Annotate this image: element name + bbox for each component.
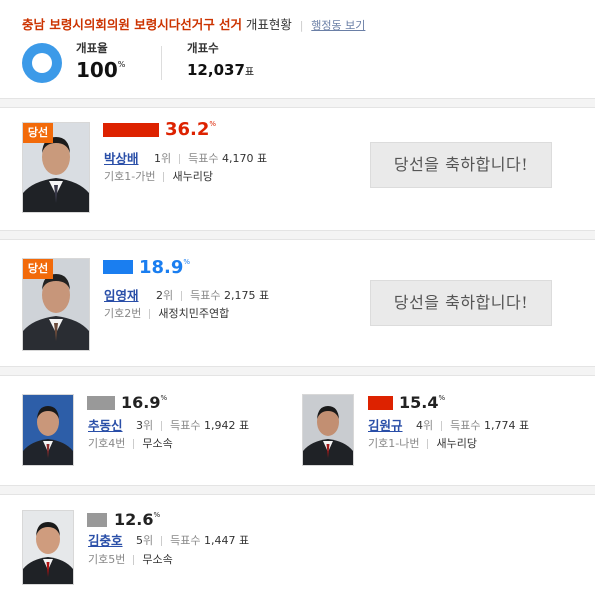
divider — [0, 107, 595, 108]
candidate-photo[interactable] — [22, 394, 74, 466]
spacer-band — [0, 99, 595, 107]
candidate-photo[interactable] — [302, 394, 354, 466]
district-view-link[interactable]: 행정동 보기 — [311, 19, 365, 32]
vote-share-percent: 36.2% — [165, 119, 217, 140]
candidate-photo[interactable] — [22, 510, 74, 585]
candidate-name[interactable]: 임영재 — [104, 285, 139, 304]
vote-share-bar — [103, 260, 133, 274]
page-header: 충남 보령시의회의원 보령시다선거구 선거 개표현황 | 행정동 보기 — [22, 14, 595, 34]
winner-badge: 당선 — [23, 123, 53, 143]
candidate-name[interactable]: 추동신 — [88, 415, 123, 434]
candidate-photo[interactable]: 당선 — [22, 122, 90, 213]
portrait-icon — [303, 395, 353, 465]
candidate-party-info: 기호2번 새정치민주연합 — [104, 307, 230, 320]
spacer-band — [0, 231, 595, 239]
portrait-icon — [23, 511, 73, 584]
vote-share-bar — [368, 396, 393, 410]
candidate-party-info: 기호4번 무소속 — [88, 437, 173, 450]
vote-count-label: 개표수 — [187, 41, 219, 55]
congrats-banner: 당선을 축하합니다! — [370, 280, 552, 326]
vote-count-value: 12,037표 — [187, 61, 255, 79]
candidate-party-info: 기호5번 무소속 — [88, 553, 173, 566]
winner-badge: 당선 — [23, 259, 53, 279]
election-title-suffix: 개표현황 — [245, 17, 292, 32]
candidate-party-info: 기호1-나번 새누리당 — [368, 437, 477, 450]
congrats-banner: 당선을 축하합니다! — [370, 142, 552, 188]
spacer-band — [0, 367, 595, 375]
candidate-stats: 1위 득표수 4,170 표 — [154, 152, 268, 165]
divider — [0, 239, 595, 240]
portrait-icon — [23, 395, 73, 465]
vote-share-percent: 18.9% — [139, 257, 191, 278]
vote-share-percent: 15.4% — [399, 393, 446, 412]
vote-share-percent: 12.6% — [114, 510, 161, 529]
spacer-band — [0, 486, 595, 494]
count-rate-label: 개표율 — [76, 41, 108, 55]
candidate-name[interactable]: 박상배 — [104, 148, 139, 167]
candidate-name[interactable]: 김충호 — [88, 530, 123, 549]
candidate-stats: 2위 득표수 2,175 표 — [156, 289, 270, 302]
candidate-stats: 4위 득표수 1,774 표 — [416, 419, 530, 432]
summary-divider — [161, 46, 162, 80]
count-rate-value: 100% — [76, 58, 126, 82]
vote-share-bar — [103, 123, 159, 137]
candidate-stats: 5위 득표수 1,447 표 — [136, 534, 250, 547]
candidate-name[interactable]: 김원규 — [368, 415, 403, 434]
vote-share-bar — [87, 396, 115, 410]
divider — [0, 494, 595, 495]
divider — [0, 375, 595, 376]
vote-share-percent: 16.9% — [121, 393, 168, 412]
candidate-photo[interactable]: 당선 — [22, 258, 90, 351]
header-separator: | — [299, 19, 304, 32]
count-summary: 개표율 100% 개표수 12,037표 — [22, 40, 582, 86]
vote-share-bar — [87, 513, 107, 527]
candidate-party-info: 기호1-가번 새누리당 — [104, 170, 213, 183]
candidate-stats: 3위 득표수 1,942 표 — [136, 419, 250, 432]
count-rate-donut-icon — [22, 43, 62, 83]
election-title: 충남 보령시의회의원 보령시다선거구 선거 — [22, 17, 243, 32]
